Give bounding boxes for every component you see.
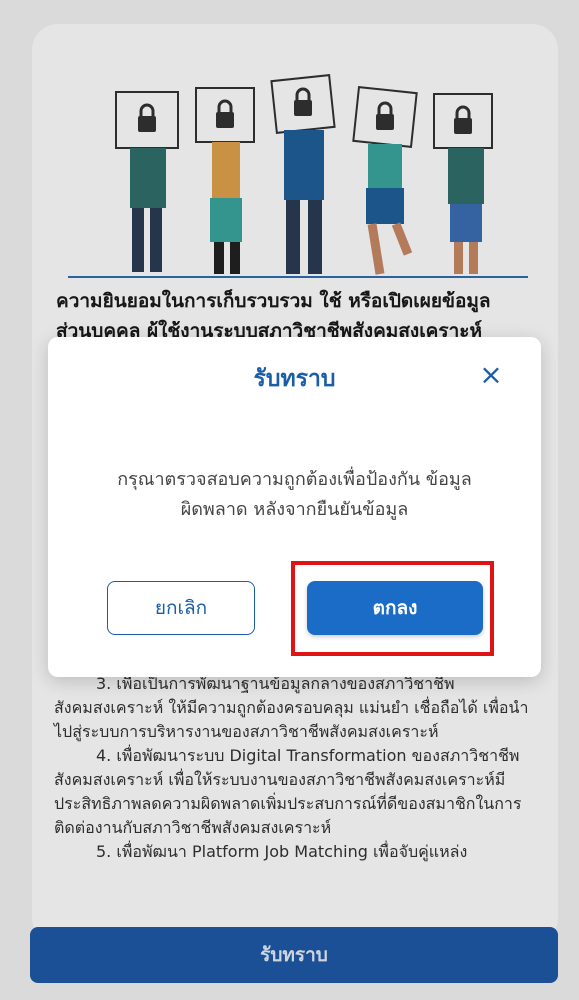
dialog-message-line2: ผิดพลาด หลังจากยืนยันข้อมูล (180, 499, 409, 520)
dialog-title: รับทราบ (253, 366, 336, 392)
ok-button-highlight (291, 561, 494, 656)
cancel-button[interactable]: ยกเลิก (107, 581, 255, 635)
dialog-message-line1: กรุณาตรวจสอบความถูกต้องเพื่อป้องกัน ข้อม… (117, 469, 472, 490)
dialog-message: กรุณาตรวจสอบความถูกต้องเพื่อป้องกัน ข้อม… (78, 465, 511, 525)
close-icon[interactable]: × (477, 361, 505, 389)
